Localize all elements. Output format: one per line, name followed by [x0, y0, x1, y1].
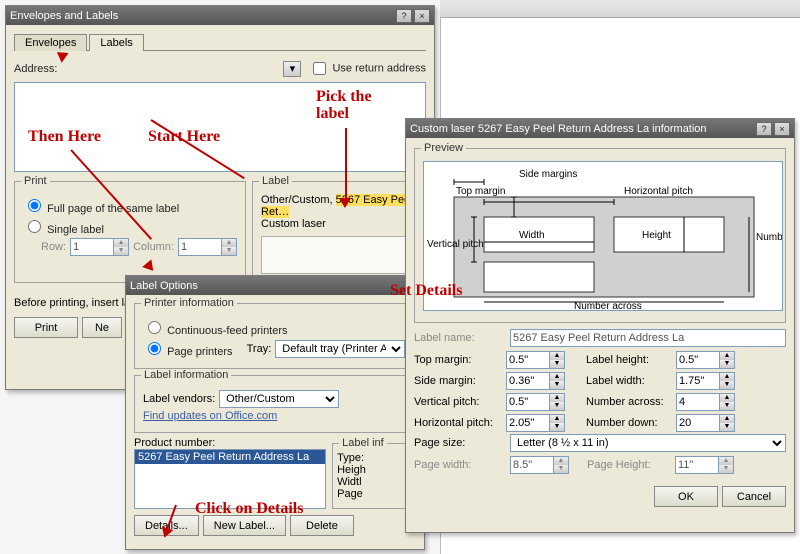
svg-text:Width: Width — [519, 230, 545, 241]
number-across-spin[interactable]: ▲▼ — [676, 393, 756, 411]
label-height-label: Label height: — [586, 354, 676, 366]
tab-labels[interactable]: Labels — [89, 34, 143, 51]
page-size-label: Page size: — [414, 437, 506, 449]
page-printers-radio[interactable]: Page printers — [143, 339, 233, 358]
page-height-spin: ▲▼ — [675, 456, 734, 474]
preview-diagram: Side margins Top margin Horizontal pitch… — [423, 161, 783, 311]
titlebar[interactable]: Label Options — [126, 276, 424, 295]
label-group-legend: Label — [259, 175, 292, 187]
new-document-button[interactable]: Ne — [82, 317, 122, 338]
height-label: Heigh — [337, 464, 411, 476]
width-label: Widtl — [337, 476, 411, 488]
horizontal-pitch-label: Horizontal pitch: — [414, 417, 506, 429]
label-name-input — [510, 329, 786, 347]
new-label-button[interactable]: New Label... — [203, 515, 286, 536]
address-textarea[interactable] — [14, 82, 426, 172]
svg-text:Height: Height — [642, 230, 671, 241]
vertical-pitch-spin[interactable]: ▲▼ — [506, 393, 586, 411]
ruler — [440, 0, 800, 18]
top-margin-label: Top margin: — [414, 354, 506, 366]
address-book-icon[interactable]: ▾ — [283, 61, 301, 77]
side-margin-label: Side margin: — [414, 375, 506, 387]
details-button[interactable]: Details... — [134, 515, 199, 536]
product-number-listbox[interactable]: 5267 Easy Peel Return Address La — [134, 449, 326, 509]
vertical-pitch-label: Vertical pitch: — [414, 396, 506, 408]
product-number-label: Product number: — [134, 437, 326, 449]
office-updates-link[interactable]: Find updates on Office.com — [143, 410, 277, 422]
use-return-checkbox[interactable]: Use return address — [309, 59, 426, 78]
svg-text:Top margin: Top margin — [456, 186, 505, 197]
column-label: Column: — [133, 241, 174, 253]
side-margin-spin[interactable]: ▲▼ — [506, 372, 586, 390]
label-name-label: Label name: — [414, 332, 506, 344]
label-summary-line2: Custom laser — [261, 218, 417, 230]
svg-text:Side margins: Side margins — [519, 169, 577, 180]
continuous-radio[interactable]: Continuous-feed printers — [143, 318, 288, 337]
label-summary-line1[interactable]: Other/Custom, 5267 Easy Peel Ret… — [261, 194, 417, 218]
preview-legend: Preview — [421, 142, 466, 154]
column-spin: ▲▼ — [178, 238, 237, 256]
tray-select[interactable]: Default tray (Printer Auto S — [275, 340, 405, 358]
row-label: Row: — [41, 241, 66, 253]
label-options-dialog: Label Options Printer information Contin… — [125, 275, 425, 550]
help-icon[interactable]: ? — [756, 122, 772, 136]
label-width-spin[interactable]: ▲▼ — [676, 372, 756, 390]
number-down-spin[interactable]: ▲▼ — [676, 414, 756, 432]
delete-button[interactable]: Delete — [290, 515, 354, 536]
svg-text:Vertical pitch: Vertical pitch — [427, 239, 484, 250]
tray-label: Tray: — [247, 343, 272, 355]
page-width-spin: ▲▼ — [510, 456, 569, 474]
titlebar[interactable]: Envelopes and Labels ? × — [6, 6, 434, 25]
tabstrip: Envelopes Labels — [14, 33, 426, 51]
vendors-select[interactable]: Other/Custom — [219, 390, 339, 408]
top-margin-spin[interactable]: ▲▼ — [506, 351, 586, 369]
close-icon[interactable]: × — [414, 9, 430, 23]
row-spin: ▲▼ — [70, 238, 129, 256]
dialog-title: Custom laser 5267 Easy Peel Return Addre… — [410, 123, 707, 135]
page-size-select[interactable]: Letter (8 ½ x 11 in) — [510, 434, 786, 452]
number-down-label: Number down: — [586, 417, 676, 429]
print-group-legend: Print — [21, 175, 50, 187]
horizontal-pitch-spin[interactable]: ▲▼ — [506, 414, 586, 432]
vendors-label: Label vendors: — [143, 393, 215, 405]
label-width-label: Label width: — [586, 375, 676, 387]
label-inf-legend: Label inf — [339, 437, 387, 449]
svg-text:Number down: Number down — [756, 232, 783, 243]
label-height-spin[interactable]: ▲▼ — [676, 351, 756, 369]
dialog-title: Label Options — [130, 280, 198, 292]
address-label: Address: — [14, 63, 57, 75]
label-info-legend: Label information — [141, 369, 231, 381]
label-information-dialog: Custom laser 5267 Easy Peel Return Addre… — [405, 118, 795, 533]
page-height-label: Page Height: — [587, 459, 671, 471]
single-label-radio[interactable]: Single label — [23, 217, 104, 236]
close-icon[interactable]: × — [774, 122, 790, 136]
page-width-label: Page width: — [414, 459, 506, 471]
type-label: Type: — [337, 452, 411, 464]
print-button[interactable]: Print — [14, 317, 78, 338]
svg-text:Horizontal pitch: Horizontal pitch — [624, 186, 693, 197]
number-across-label: Number across: — [586, 396, 676, 408]
help-icon[interactable]: ? — [396, 9, 412, 23]
dialog-title: Envelopes and Labels — [10, 10, 118, 22]
label-preview-thumb[interactable] — [261, 236, 417, 274]
printer-info-legend: Printer information — [141, 297, 237, 309]
full-page-radio[interactable]: Full page of the same label — [23, 196, 179, 215]
page-label: Page — [337, 488, 411, 500]
ok-button[interactable]: OK — [654, 486, 718, 507]
titlebar[interactable]: Custom laser 5267 Easy Peel Return Addre… — [406, 119, 794, 138]
tab-envelopes[interactable]: Envelopes — [14, 34, 87, 51]
product-selected[interactable]: 5267 Easy Peel Return Address La — [135, 450, 325, 464]
cancel-button[interactable]: Cancel — [722, 486, 786, 507]
